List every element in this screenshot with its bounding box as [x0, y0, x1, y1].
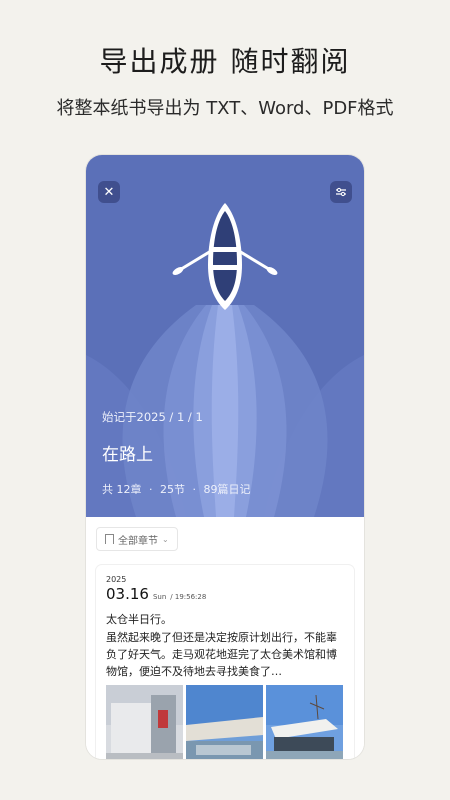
photo-museum[interactable] — [106, 685, 183, 759]
book-cover: ✕ 始记于2025 / 1 / 1 在路上 共 12章 · 25节 · 89篇日… — [86, 155, 364, 517]
sliders-icon — [336, 187, 346, 197]
entry-time: / 19:56:28 — [170, 593, 207, 601]
diary-entry-card[interactable]: 2025 03.16 Sun / 19:56:28 太仓半日行。 虽然起来晚了但… — [96, 565, 354, 759]
entry-title: 太仓半日行。 — [106, 613, 172, 626]
entry-body: 虽然起来晚了但还是决定按原计划出行，不能辜负了好天气。走马观花地逛完了太仓美术馆… — [106, 631, 337, 678]
section-count: 25节 — [160, 483, 185, 496]
chevron-down-icon: ⌄ — [162, 534, 169, 544]
photo-art-gallery[interactable] — [186, 685, 263, 759]
entry-weekday: Sun — [152, 593, 167, 601]
book-stats: 共 12章 · 25节 · 89篇日记 — [102, 481, 251, 497]
chapter-filter-label: 全部章节 — [118, 535, 158, 547]
close-icon: ✕ — [103, 184, 115, 200]
book-start-date: 始记于2025 / 1 / 1 — [102, 410, 203, 424]
chapter-filter-button[interactable]: 全部章节 ⌄ — [96, 527, 178, 551]
entry-photos — [106, 685, 343, 759]
settings-button[interactable] — [330, 181, 352, 203]
entry-count: 89篇日记 — [203, 483, 251, 496]
phone-screen: ✕ 始记于2025 / 1 / 1 在路上 共 12章 · 25节 · 89篇日… — [86, 155, 364, 759]
page-headline: 导出成册 随时翻阅 — [99, 45, 351, 78]
stats-separator: · — [149, 483, 153, 496]
chapter-count: 共 12章 — [102, 483, 142, 496]
stats-separator: · — [192, 483, 197, 496]
book-title: 在路上 — [102, 445, 153, 465]
bookmark-icon — [105, 534, 114, 544]
book-content: 全部章节 ⌄ 2025 03.16 Sun / 19:56:28 太仓半日行。 … — [86, 517, 364, 759]
photo-building[interactable] — [266, 685, 343, 759]
close-button[interactable]: ✕ — [98, 181, 120, 203]
entry-date-row: 03.16 Sun / 19:56:28 — [106, 585, 206, 603]
entry-year: 2025 — [106, 575, 127, 584]
entry-date: 03.16 — [106, 585, 149, 603]
page-subheadline: 将整本纸书导出为 TXT、Word、PDF格式 — [56, 98, 394, 119]
